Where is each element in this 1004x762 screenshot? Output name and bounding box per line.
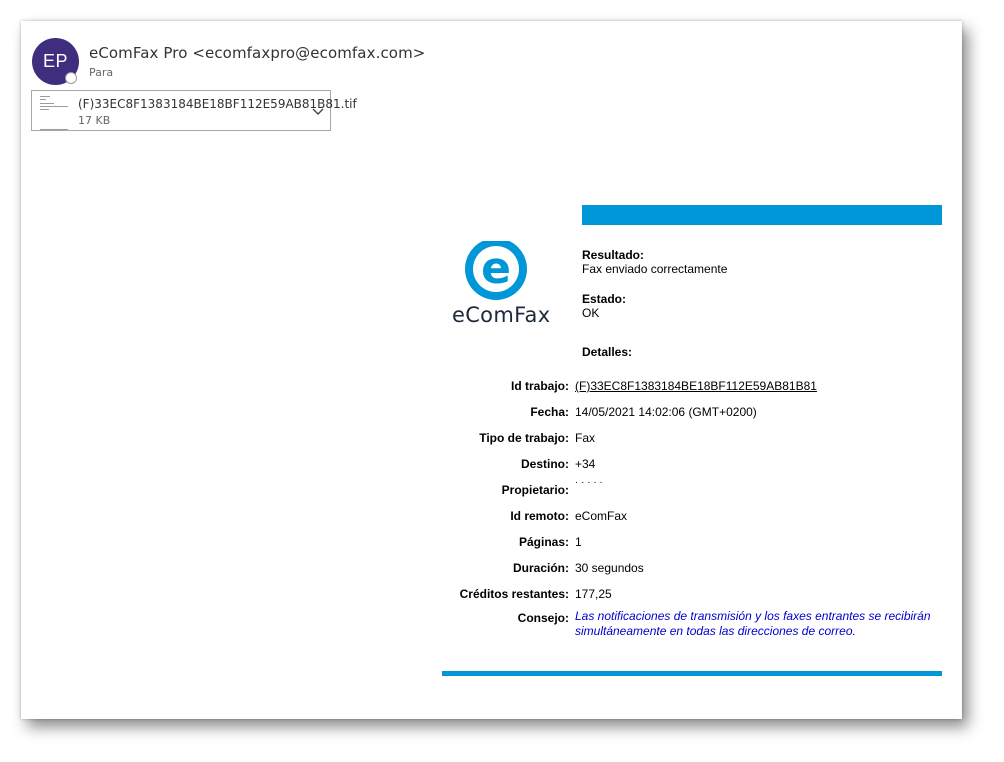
pages-value: 1	[575, 535, 582, 549]
job-id-link[interactable]: (F)33EC8F1383184BE18BF112E59AB81B81	[575, 379, 817, 393]
header-accent-bar	[582, 205, 942, 225]
destination-value: +34	[575, 457, 596, 471]
duration-label: Duración:	[512, 561, 569, 575]
credits-value: 177,25	[575, 587, 612, 601]
logo-brand-text: eComFax	[452, 303, 551, 327]
remote-id-value: eComFax	[575, 509, 628, 523]
result-value: Fax enviado correctamente	[582, 262, 728, 276]
job-type-value: Fax	[575, 431, 596, 445]
file-thumbnail-icon	[38, 94, 70, 130]
presence-status-icon	[65, 72, 77, 84]
logo-letter: e	[481, 243, 511, 294]
attachment-card[interactable]: (F)33EC8F1383184BE18BF112E59AB81B81.tif …	[31, 90, 357, 131]
advice-label: Consejo:	[517, 611, 569, 625]
credits-label: Créditos restantes:	[459, 587, 569, 601]
avatar-initials: EP	[42, 51, 68, 71]
destination-label: Destino:	[521, 457, 569, 471]
recipient-label[interactable]: Para	[89, 66, 113, 79]
details-heading: Detalles:	[582, 345, 633, 359]
job-id-label: Id trabajo:	[510, 379, 569, 393]
remote-id-label: Id remoto:	[510, 509, 569, 523]
owner-label: Propietario:	[501, 483, 569, 497]
pages-label: Páginas:	[518, 535, 569, 549]
footer-accent-bar	[442, 671, 942, 676]
sender-name[interactable]: eComFax Pro <ecomfaxpro@ecomfax.com>	[89, 44, 425, 62]
status-label: Estado:	[582, 292, 627, 306]
date-value: 14/05/2021 14:02:06 (GMT+0200)	[575, 405, 757, 419]
result-label: Resultado:	[582, 248, 645, 262]
owner-value: · · · · ·	[575, 477, 603, 488]
job-type-label: Tipo de trabajo:	[479, 431, 569, 445]
attachment-size: 17 KB	[78, 114, 111, 127]
date-label: Fecha:	[530, 405, 569, 419]
status-value: OK	[582, 306, 600, 320]
chevron-down-icon[interactable]	[310, 103, 326, 119]
email-reading-pane: EP eComFax Pro <ecomfaxpro@ecomfax.com> …	[21, 21, 962, 719]
advice-text: Las notificaciones de transmisión y los …	[575, 609, 931, 638]
duration-value: 30 segundos	[575, 561, 644, 575]
